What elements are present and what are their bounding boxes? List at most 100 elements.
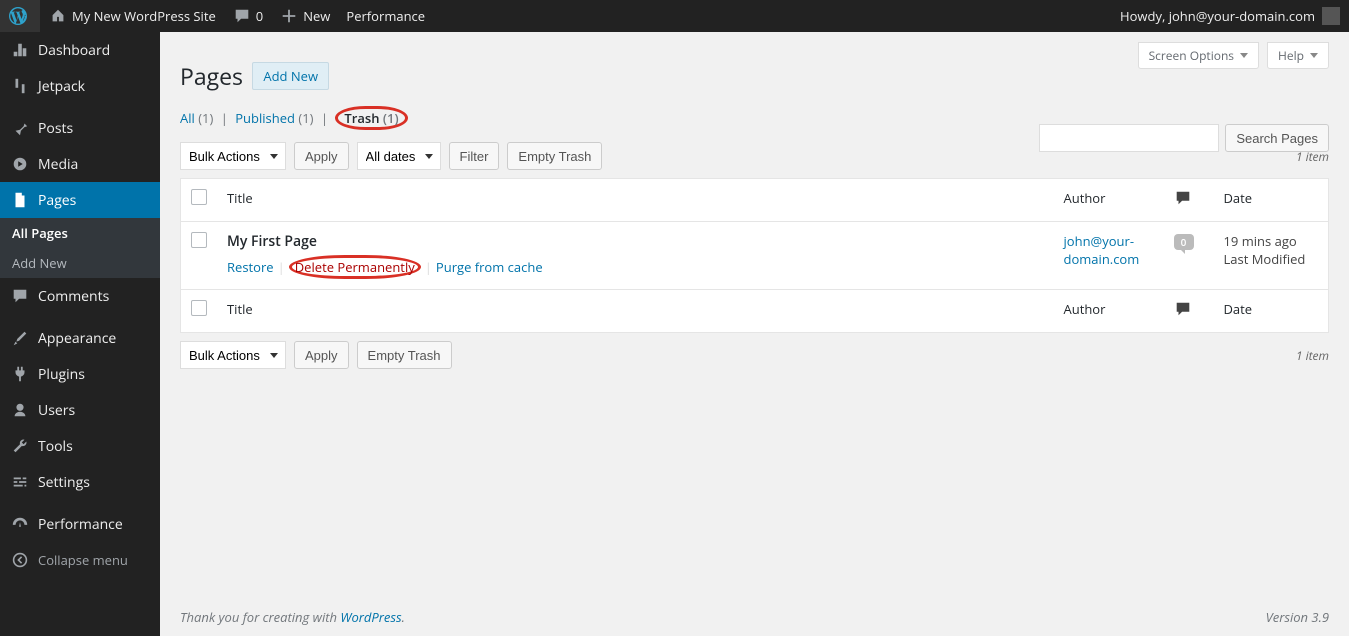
filter-trash[interactable]: Trash (1) bbox=[344, 109, 398, 127]
wordpress-icon bbox=[8, 6, 28, 26]
page-icon bbox=[10, 190, 30, 210]
plus-icon bbox=[279, 6, 299, 26]
restore-link[interactable]: Restore bbox=[227, 258, 274, 276]
collapse-icon bbox=[10, 550, 30, 570]
home-icon bbox=[48, 6, 68, 26]
sidebar-label: Media bbox=[38, 155, 78, 174]
comments-menu[interactable]: 0 bbox=[224, 0, 271, 32]
performance-label: Performance bbox=[346, 7, 425, 25]
sidebar-item-dashboard[interactable]: Dashboard bbox=[0, 32, 160, 68]
screen-options-label: Screen Options bbox=[1149, 47, 1234, 64]
sidebar-label: Plugins bbox=[38, 365, 85, 384]
help-toggle[interactable]: Help bbox=[1267, 42, 1329, 69]
col-author-foot: Author bbox=[1054, 290, 1164, 333]
filter-button[interactable]: Filter bbox=[449, 142, 500, 170]
add-new-button[interactable]: Add New bbox=[252, 62, 329, 90]
filter-published[interactable]: Published (1) bbox=[235, 109, 313, 127]
delete-permanently-link[interactable]: Delete Permanently bbox=[295, 258, 415, 276]
admin-bar: My New WordPress Site 0 New Performance … bbox=[0, 0, 1349, 32]
jetpack-icon bbox=[10, 76, 30, 96]
row-actions: Restore|Delete Permanently|Purge from ca… bbox=[227, 255, 1044, 279]
sidebar-item-performance[interactable]: Performance bbox=[0, 506, 160, 542]
col-date-foot: Date bbox=[1214, 290, 1329, 333]
help-label: Help bbox=[1278, 47, 1304, 64]
site-name-menu[interactable]: My New WordPress Site bbox=[40, 0, 224, 32]
sidebar-item-tools[interactable]: Tools bbox=[0, 428, 160, 464]
account-menu[interactable]: Howdy, john@your-domain.com bbox=[1112, 0, 1349, 32]
gauge-icon bbox=[10, 514, 30, 534]
avatar-icon bbox=[1321, 6, 1341, 26]
col-comments-foot bbox=[1164, 290, 1214, 333]
select-all-bottom[interactable] bbox=[191, 300, 207, 316]
collapse-menu[interactable]: Collapse menu bbox=[0, 542, 160, 578]
wordpress-link[interactable]: WordPress bbox=[340, 608, 401, 626]
sidebar-item-plugins[interactable]: Plugins bbox=[0, 356, 160, 392]
date-relative: 19 mins ago bbox=[1224, 232, 1297, 250]
howdy-label: Howdy, john@your-domain.com bbox=[1120, 7, 1315, 25]
comment-count-bubble[interactable]: 0 bbox=[1174, 234, 1194, 250]
sidebar-label: Pages bbox=[38, 191, 76, 210]
sidebar-item-settings[interactable]: Settings bbox=[0, 464, 160, 500]
table-row: My First Page Restore|Delete Permanently… bbox=[181, 222, 1329, 290]
sidebar-label: Jetpack bbox=[38, 77, 85, 96]
col-comments[interactable] bbox=[1164, 179, 1214, 222]
items-count-top: 1 item bbox=[1296, 148, 1329, 165]
sidebar-label: Dashboard bbox=[38, 41, 110, 60]
sidebar-subitem-add-new[interactable]: Add New bbox=[0, 248, 160, 278]
annotation-circle-delete: Delete Permanently bbox=[289, 255, 421, 279]
empty-trash-button-top[interactable]: Empty Trash bbox=[507, 142, 602, 170]
sidebar-item-media[interactable]: Media bbox=[0, 146, 160, 182]
version-label: Version 3.9 bbox=[1266, 608, 1329, 626]
comment-icon bbox=[1174, 189, 1192, 207]
select-all-top[interactable] bbox=[191, 189, 207, 205]
filter-all[interactable]: All (1) bbox=[180, 109, 213, 127]
purge-cache-link[interactable]: Purge from cache bbox=[436, 258, 543, 276]
sidebar-item-pages[interactable]: Pages bbox=[0, 182, 160, 218]
screen-options-toggle[interactable]: Screen Options bbox=[1138, 42, 1259, 69]
dashboard-icon bbox=[10, 40, 30, 60]
sliders-icon bbox=[10, 472, 30, 492]
sidebar-item-appearance[interactable]: Appearance bbox=[0, 320, 160, 356]
empty-trash-button-bottom[interactable]: Empty Trash bbox=[357, 341, 452, 369]
plug-icon bbox=[10, 364, 30, 384]
user-icon bbox=[10, 400, 30, 420]
new-content-menu[interactable]: New bbox=[271, 0, 338, 32]
performance-menu[interactable]: Performance bbox=[338, 0, 433, 32]
site-name-label: My New WordPress Site bbox=[72, 7, 216, 25]
sidebar-item-users[interactable]: Users bbox=[0, 392, 160, 428]
bulk-actions-select-top[interactable]: Bulk Actions bbox=[180, 142, 286, 170]
col-author: Author bbox=[1054, 179, 1164, 222]
admin-sidebar: Dashboard Jetpack Posts Media Pages All … bbox=[0, 32, 160, 636]
sidebar-label: Appearance bbox=[38, 329, 116, 348]
apply-button-bottom[interactable]: Apply bbox=[294, 341, 349, 369]
comment-icon bbox=[232, 6, 252, 26]
apply-button-top[interactable]: Apply bbox=[294, 142, 349, 170]
col-date[interactable]: Date bbox=[1224, 189, 1253, 207]
dates-select[interactable]: All dates bbox=[357, 142, 441, 170]
sidebar-item-jetpack[interactable]: Jetpack bbox=[0, 68, 160, 104]
sidebar-subitem-all-pages[interactable]: All Pages bbox=[0, 218, 160, 248]
row-title: My First Page bbox=[227, 232, 317, 251]
collapse-label: Collapse menu bbox=[38, 551, 128, 569]
sidebar-item-posts[interactable]: Posts bbox=[0, 110, 160, 146]
col-title[interactable]: Title bbox=[227, 189, 253, 207]
pin-icon bbox=[10, 118, 30, 138]
wrench-icon bbox=[10, 436, 30, 456]
sidebar-label: Posts bbox=[38, 119, 73, 138]
items-count-bottom: 1 item bbox=[1296, 347, 1329, 364]
new-label: New bbox=[303, 7, 330, 25]
sidebar-item-comments[interactable]: Comments bbox=[0, 278, 160, 314]
date-status: Last Modified bbox=[1224, 250, 1306, 268]
annotation-circle-trash: Trash (1) bbox=[335, 106, 407, 130]
sidebar-submenu-pages: All Pages Add New bbox=[0, 218, 160, 278]
media-icon bbox=[10, 154, 30, 174]
chevron-down-icon bbox=[1310, 53, 1318, 58]
main-content: Screen Options Help Pages Add New All (1… bbox=[160, 32, 1349, 636]
comment-icon bbox=[1174, 300, 1192, 318]
brush-icon bbox=[10, 328, 30, 348]
author-link[interactable]: john@your-domain.com bbox=[1064, 232, 1140, 268]
sidebar-label: Performance bbox=[38, 515, 123, 534]
bulk-actions-select-bottom[interactable]: Bulk Actions bbox=[180, 341, 286, 369]
row-checkbox[interactable] bbox=[191, 232, 207, 248]
wp-logo-menu[interactable] bbox=[0, 0, 40, 32]
